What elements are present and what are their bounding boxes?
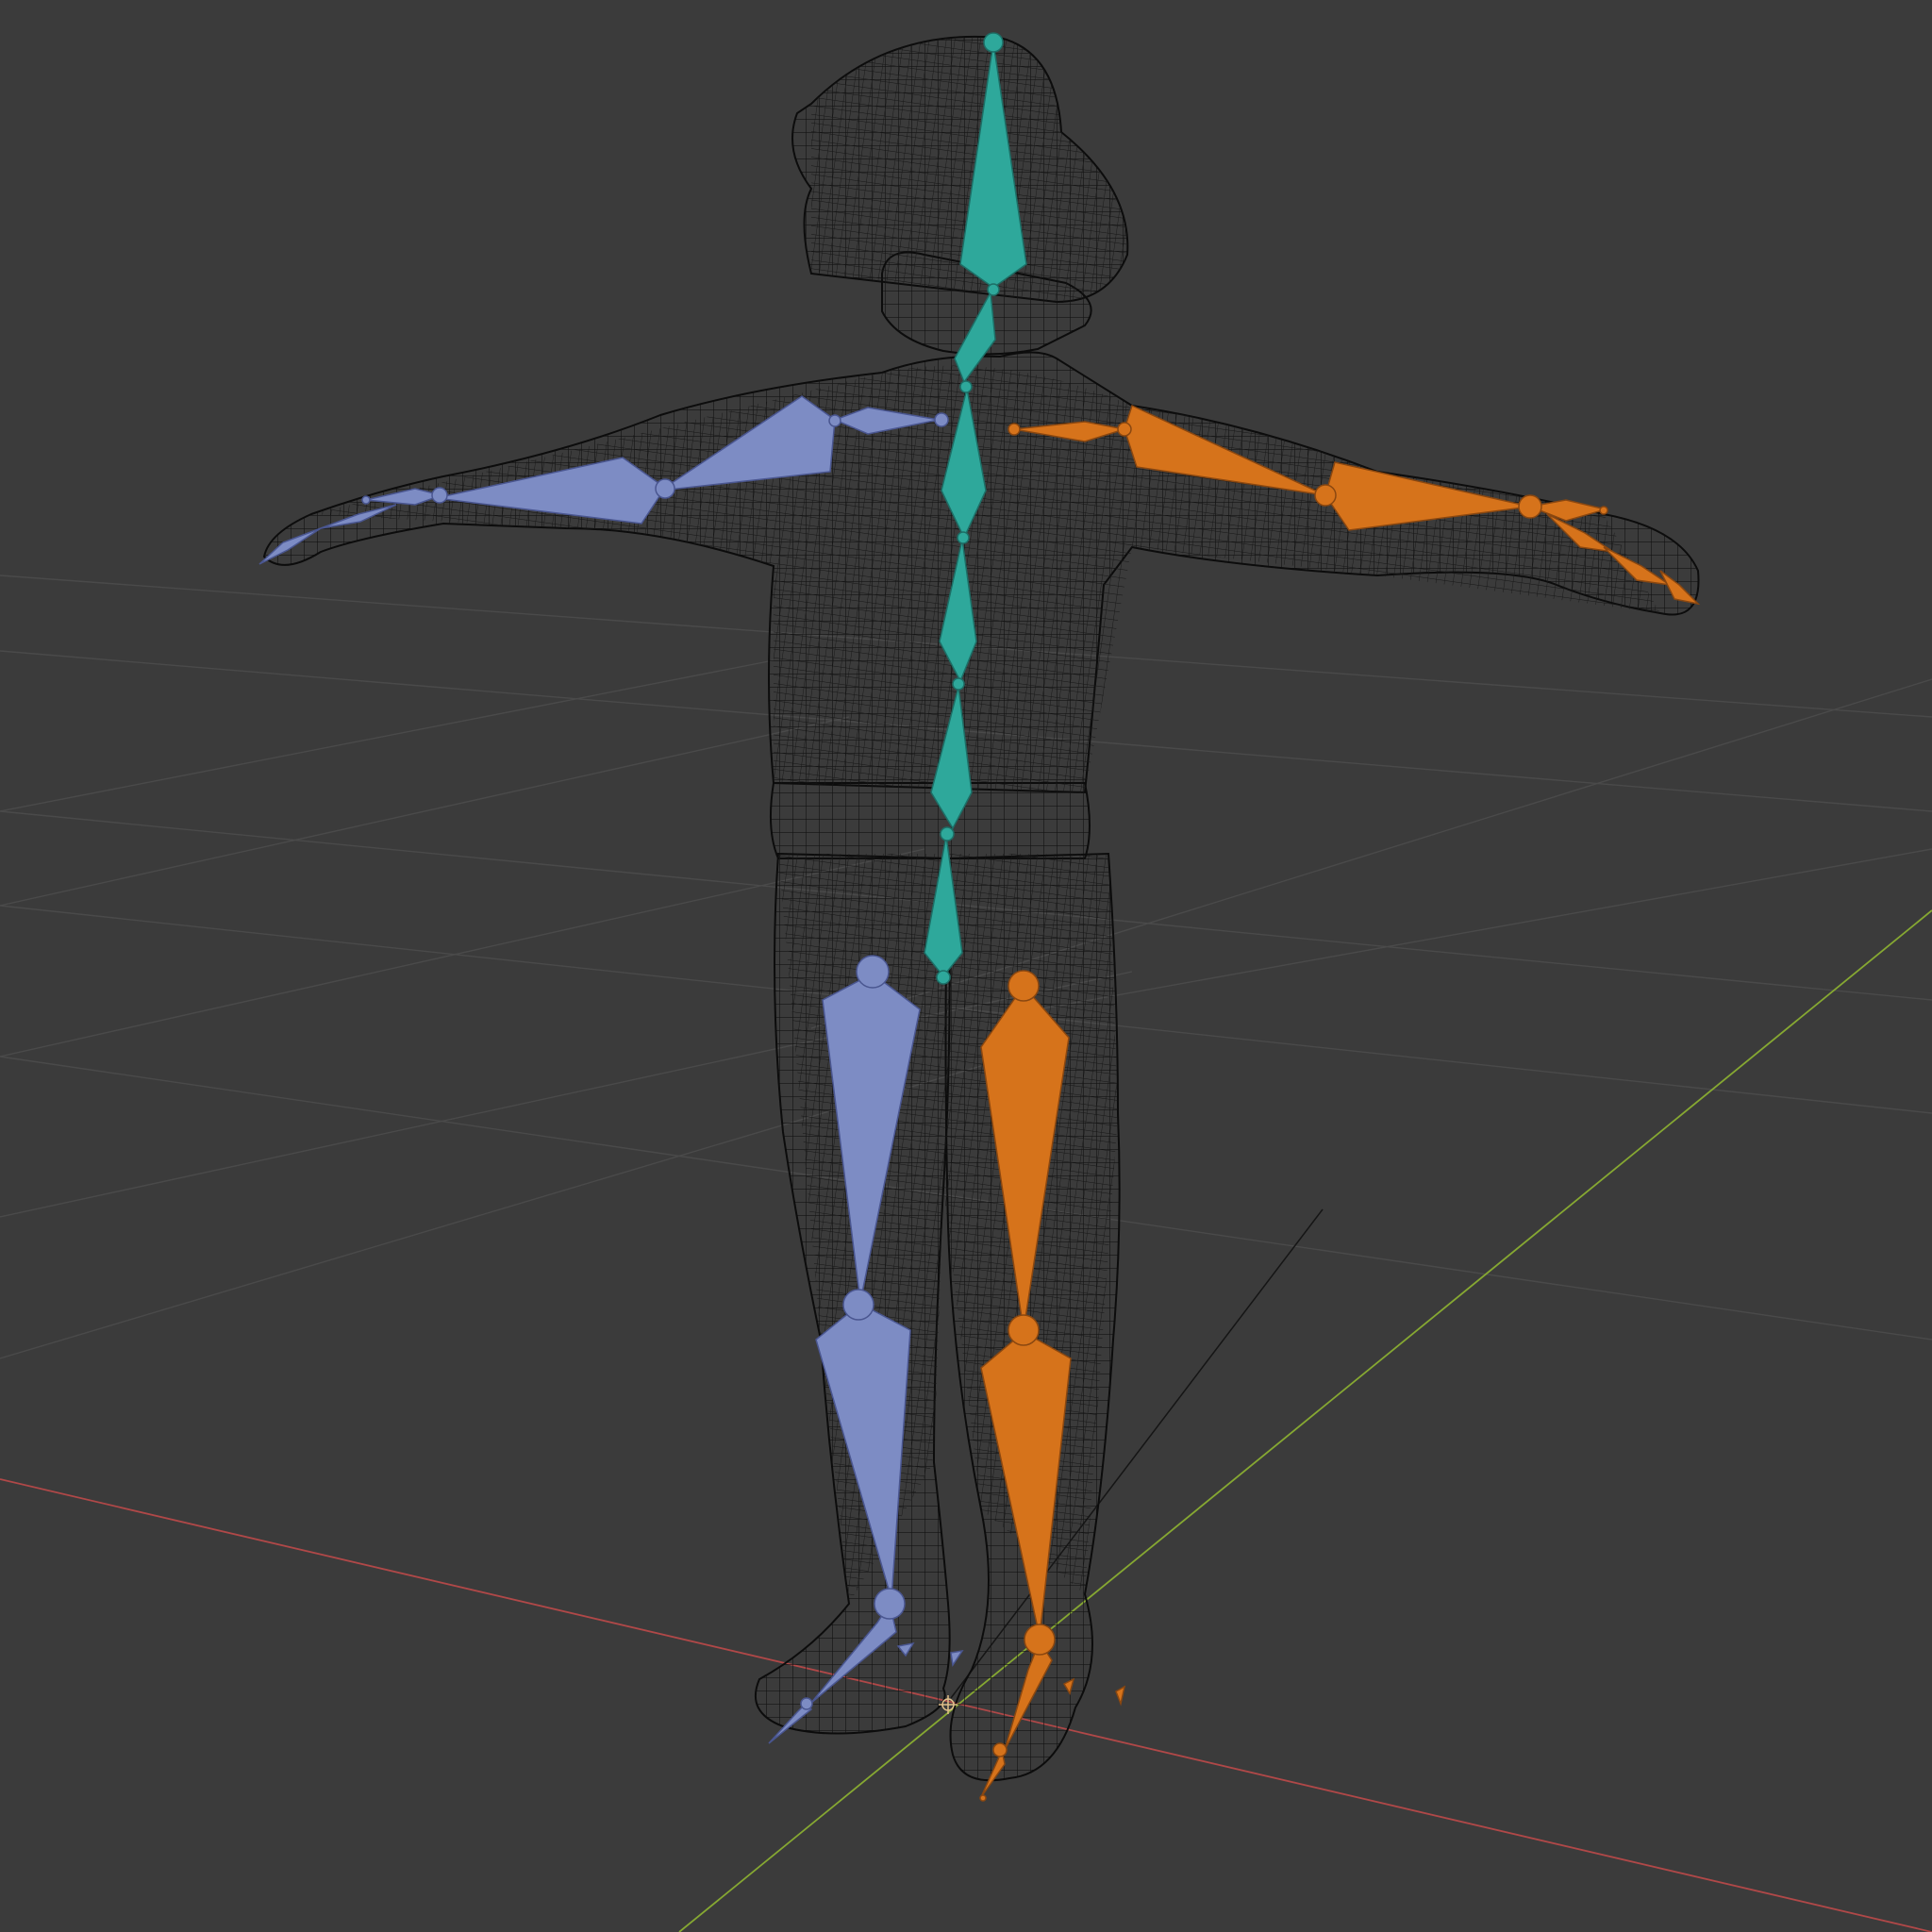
bone-heel-r2[interactable] xyxy=(1115,1685,1126,1707)
waist-mesh[interactable] xyxy=(769,782,1091,859)
viewport-canvas[interactable] xyxy=(0,0,1932,1932)
3d-viewport[interactable] xyxy=(0,0,1932,1932)
character-mesh[interactable] xyxy=(262,35,1700,1782)
bone-heel-l2[interactable] xyxy=(950,1649,964,1668)
